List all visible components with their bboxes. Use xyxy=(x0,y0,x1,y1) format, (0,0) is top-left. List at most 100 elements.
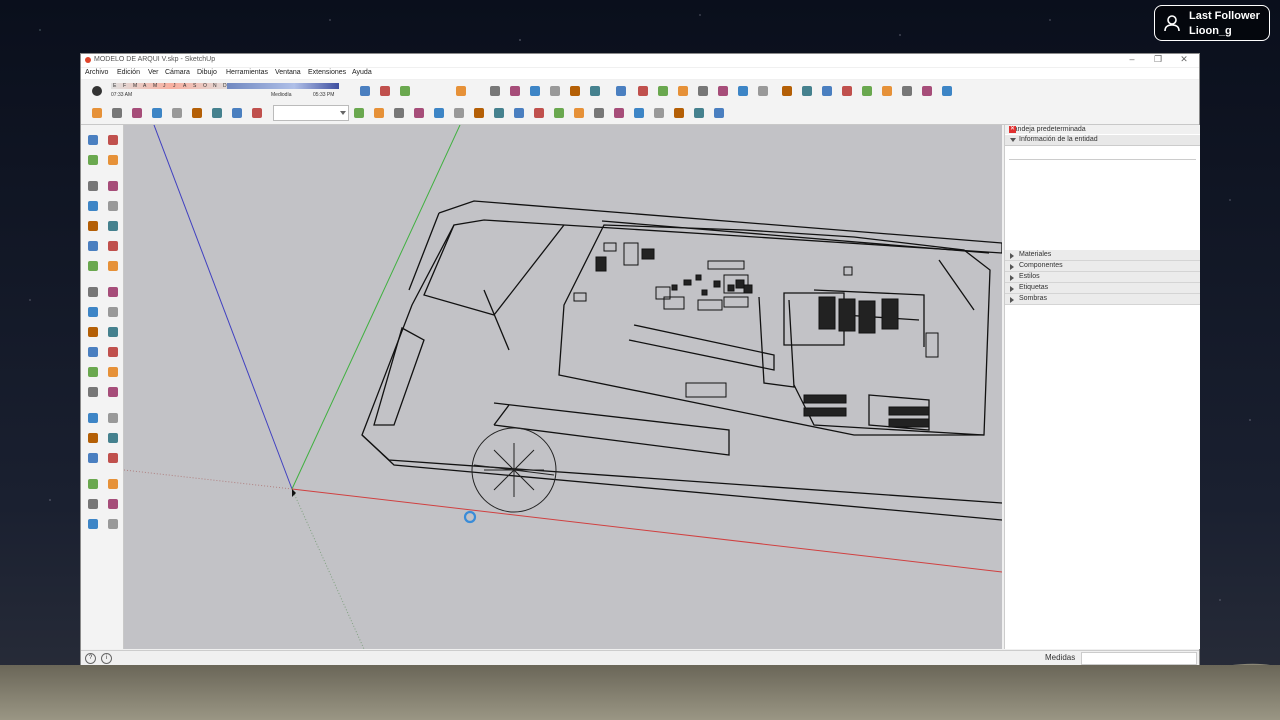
protractor-icon[interactable] xyxy=(85,364,100,379)
sandbox-1-icon[interactable] xyxy=(799,83,814,98)
view-3-icon[interactable] xyxy=(551,105,566,120)
minimize-button[interactable]: – xyxy=(1119,54,1145,64)
previous-icon[interactable] xyxy=(105,450,120,465)
position-camera-icon[interactable] xyxy=(189,105,204,120)
zoom-window-icon[interactable] xyxy=(169,105,184,120)
move-icon[interactable] xyxy=(453,83,468,98)
style-1-icon[interactable] xyxy=(587,83,602,98)
walk-icon[interactable] xyxy=(85,496,100,511)
menu-dibujo[interactable]: Dibujo xyxy=(197,69,217,76)
component-icon[interactable] xyxy=(567,83,582,98)
shadow-toggle-icon[interactable] xyxy=(89,83,104,98)
position-camera-icon[interactable] xyxy=(85,476,100,491)
polygon-icon[interactable] xyxy=(105,218,120,233)
zoom-extents-icon[interactable] xyxy=(149,105,164,120)
arc-icon[interactable] xyxy=(85,238,100,253)
entity-info-panel-header[interactable]: Información de la entidad xyxy=(1005,135,1200,146)
rotate-icon[interactable] xyxy=(85,304,100,319)
info-icon[interactable]: i xyxy=(101,653,112,664)
shadow-date-slider[interactable]: E F M A M J J A S O N D 07:33 AM xyxy=(111,83,233,99)
iso-icon[interactable] xyxy=(735,83,750,98)
layer-dropdown[interactable] xyxy=(273,105,349,121)
view-1-icon[interactable] xyxy=(511,105,526,120)
warehouse-icon[interactable] xyxy=(547,83,562,98)
menu-archivo[interactable]: Archivo xyxy=(85,69,108,76)
look-around-icon[interactable] xyxy=(209,105,224,120)
house-2-icon[interactable] xyxy=(671,105,686,120)
push-pull-icon[interactable] xyxy=(507,83,522,98)
view-7-icon[interactable] xyxy=(631,105,646,120)
view-5-icon[interactable] xyxy=(591,105,606,120)
menu-ver[interactable]: Ver xyxy=(148,69,159,76)
restore-button[interactable]: ❐ xyxy=(1145,54,1171,65)
solid-8-icon[interactable] xyxy=(491,105,506,120)
house-1-icon[interactable] xyxy=(651,105,666,120)
paint-icon[interactable] xyxy=(397,83,412,98)
tray-close-icon[interactable]: ✕ xyxy=(1009,126,1016,133)
line-icon[interactable] xyxy=(85,178,100,193)
solid-7-icon[interactable] xyxy=(471,105,486,120)
layer-box-icon[interactable] xyxy=(249,105,264,120)
sandbox-7-icon[interactable] xyxy=(919,83,934,98)
fog-icon[interactable] xyxy=(779,83,794,98)
display-section-icon[interactable] xyxy=(85,516,100,531)
section-cut-icon[interactable] xyxy=(105,516,120,531)
zoom-extents-icon[interactable] xyxy=(85,450,100,465)
look-around-icon[interactable] xyxy=(105,476,120,491)
pan-icon[interactable] xyxy=(105,410,120,425)
eraser-icon[interactable] xyxy=(105,152,120,167)
sandbox-4-icon[interactable] xyxy=(859,83,874,98)
shadow-time-slider[interactable]: Mediodía 05:33 PM xyxy=(227,83,339,99)
section-icon[interactable] xyxy=(695,83,710,98)
axes-icon[interactable] xyxy=(85,384,100,399)
shadow-icon[interactable] xyxy=(755,83,770,98)
panel-estilos[interactable]: Estilos xyxy=(1005,272,1200,283)
tape-measure-icon[interactable] xyxy=(85,344,100,359)
orbit-icon[interactable] xyxy=(85,410,100,425)
panel-materiales[interactable]: Materiales xyxy=(1005,250,1200,261)
paint-icon[interactable] xyxy=(85,152,100,167)
walk-icon[interactable] xyxy=(229,105,244,120)
solid-3-icon[interactable] xyxy=(391,105,406,120)
dimension-icon[interactable] xyxy=(105,344,120,359)
sandbox-5-icon[interactable] xyxy=(879,83,894,98)
menu-edicion[interactable]: Edición xyxy=(117,69,140,76)
zoom-icon[interactable] xyxy=(129,105,144,120)
house-4-icon[interactable] xyxy=(711,105,726,120)
solid-5-icon[interactable] xyxy=(431,105,446,120)
circle-icon[interactable] xyxy=(85,218,100,233)
menu-extensiones[interactable]: Extensiones xyxy=(308,69,346,76)
arc-2-icon[interactable] xyxy=(85,258,100,273)
menu-ayuda[interactable]: Ayuda xyxy=(352,69,372,76)
3d-text-icon[interactable] xyxy=(105,384,120,399)
style-2-icon[interactable] xyxy=(613,83,628,98)
pin-icon[interactable]: ⊞ xyxy=(1009,126,1187,134)
style-3-icon[interactable] xyxy=(635,83,650,98)
pie-icon[interactable] xyxy=(105,238,120,253)
rectangle-icon[interactable] xyxy=(85,198,100,213)
follow-me-icon[interactable] xyxy=(105,304,120,319)
help-icon[interactable]: ? xyxy=(85,653,96,664)
view-2-icon[interactable] xyxy=(531,105,546,120)
view-6-icon[interactable] xyxy=(611,105,626,120)
move-icon[interactable] xyxy=(89,105,104,120)
sandbox-6-icon[interactable] xyxy=(899,83,914,98)
offset-icon[interactable] xyxy=(105,324,120,339)
panel-sombras[interactable]: Sombras xyxy=(1005,294,1200,305)
eraser-icon[interactable] xyxy=(357,83,372,98)
model-viewport[interactable] xyxy=(124,125,1002,649)
select-icon[interactable] xyxy=(377,83,392,98)
push-pull-icon[interactable] xyxy=(105,284,120,299)
component-icon[interactable] xyxy=(105,132,120,147)
close-button[interactable]: ✕ xyxy=(1171,54,1197,65)
solid-1-icon[interactable] xyxy=(351,105,366,120)
sandbox-8-icon[interactable] xyxy=(939,83,954,98)
zoom-icon[interactable] xyxy=(85,430,100,445)
solid-2-icon[interactable] xyxy=(371,105,386,120)
text-icon[interactable] xyxy=(105,364,120,379)
rotate-icon[interactable] xyxy=(487,83,502,98)
offset-icon[interactable] xyxy=(527,83,542,98)
style-4-icon[interactable] xyxy=(655,83,670,98)
menu-camara[interactable]: Cámara xyxy=(165,69,190,76)
view-4-icon[interactable] xyxy=(571,105,586,120)
